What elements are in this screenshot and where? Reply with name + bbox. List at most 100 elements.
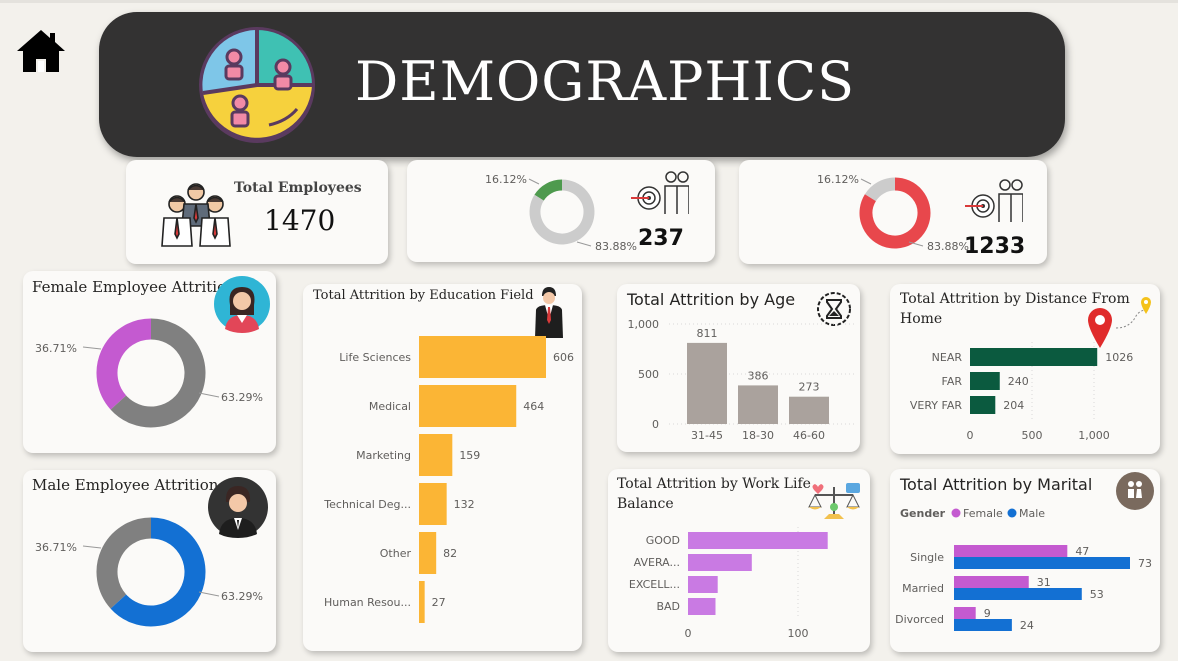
attrition-yes-value: 237 — [638, 226, 684, 251]
male-attrition-title: Male Employee Attrition — [32, 476, 219, 494]
age-y-tick: 0 — [652, 418, 659, 431]
worklife-bar — [688, 576, 718, 593]
education-bar — [419, 581, 425, 623]
marital-legend-male: Male — [1019, 507, 1045, 520]
marital-legend-title: Gender — [900, 507, 946, 520]
marital-value-male: 53 — [1090, 588, 1104, 601]
distance-value-label: 204 — [1003, 399, 1024, 412]
marital-legend-female-marker — [951, 508, 961, 518]
female-attrition-donut-slice-a — [96, 318, 152, 410]
age-chart: 1,000 500 0 811 31-45 386 18-30 273 46-60 — [628, 318, 855, 442]
worklife-bar — [688, 554, 752, 571]
distance-x-tick: 1,000 — [1078, 429, 1110, 442]
education-value-label: 606 — [553, 351, 574, 364]
marital-value-male: 73 — [1138, 557, 1152, 570]
marital-category-label: Divorced — [895, 613, 944, 626]
age-category-label: 18-30 — [742, 429, 774, 442]
attrition-no-donut: 16.12% 83.88% — [817, 173, 969, 253]
marital-bar-female — [954, 607, 976, 619]
marital-title: Total Attrition by Marital — [900, 475, 1093, 494]
age-bar — [789, 396, 829, 424]
education-bar — [419, 532, 437, 574]
attrition-no-leader-small — [860, 178, 872, 185]
female-attrition-donut: 36.71% 63.29% — [35, 318, 263, 428]
education-chart: Life Sciences 606 Medical 464 Marketing 159 Te… — [323, 336, 574, 623]
marital-legend-male-marker — [1007, 508, 1017, 518]
age-bar — [687, 342, 727, 424]
marital-bar-female — [954, 576, 1029, 588]
home-icon[interactable] — [14, 28, 68, 74]
distance-category-label: NEAR — [932, 351, 963, 364]
education-category-label: Other — [380, 547, 412, 560]
female-attrition-title: Female Employee Attrition — [32, 278, 236, 296]
female-attrition-card: Female Employee Attrition 36.71% 63.29% — [23, 271, 276, 453]
worklife-category-label: EXCELL... — [629, 578, 680, 591]
target-team-icon — [965, 179, 1023, 222]
education-category-label: Technical Deg... — [323, 498, 411, 511]
total-employees-value: 1470 — [264, 204, 336, 237]
attrition-no-card: 16.12% 83.88% 1233 — [739, 160, 1047, 264]
education-bar — [419, 434, 453, 476]
worklife-x-tick: 0 — [685, 627, 692, 640]
age-category-label: 31-45 — [691, 429, 723, 442]
worklife-bar — [688, 532, 828, 549]
distance-x-tick: 0 — [967, 429, 974, 442]
age-y-tick: 500 — [638, 368, 659, 381]
education-bar — [419, 336, 546, 378]
people-pie-icon — [199, 27, 315, 143]
education-value-label: 27 — [432, 596, 446, 609]
education-category-label: Human Resou... — [324, 596, 411, 609]
attrition-yes-pct-small: 16.12% — [485, 173, 527, 186]
attrition-no-pct-large: 83.88% — [927, 240, 969, 253]
female-attrition-leader-a — [82, 346, 102, 350]
attrition-no-value: 1233 — [964, 234, 1026, 259]
attrition-no-pct-small: 16.12% — [817, 173, 859, 186]
marital-category-label: Married — [902, 582, 944, 595]
total-employees-label: Total Employees — [234, 180, 362, 196]
male-attrition-card: Male Employee Attrition 36.71% 63.29% — [23, 470, 276, 652]
attrition-yes-donut-slice-a — [534, 179, 563, 201]
distance-value-label: 240 — [1008, 375, 1029, 388]
distance-bar — [970, 348, 1098, 366]
education-value-label: 82 — [443, 547, 457, 560]
marital-value-female: 9 — [984, 607, 991, 620]
balance-scale-icon — [808, 483, 860, 519]
male-attrition-pct-b: 63.29% — [221, 590, 263, 603]
male-attrition-leader-b — [198, 591, 220, 597]
attrition-yes-donut: 16.12% 83.88% — [485, 173, 637, 253]
education-value-label: 464 — [523, 400, 544, 413]
marital-value-male: 24 — [1020, 619, 1034, 632]
worklife-category-label: BAD — [656, 600, 680, 613]
age-card: Total Attrition by Age 1,000 500 0 811 31-45… — [617, 284, 860, 452]
marital-bar-male — [954, 588, 1082, 600]
target-team-icon — [631, 171, 689, 214]
education-value-label: 159 — [459, 449, 480, 462]
marital-bar-female — [954, 545, 1068, 557]
male-attrition-donut-slice-a — [96, 517, 152, 609]
marital-value-female: 31 — [1037, 576, 1051, 589]
worklife-card: Total Attrition by Work Life Balance 0 10… — [608, 469, 870, 652]
worklife-bar — [688, 598, 716, 615]
marital-value-female: 47 — [1075, 545, 1089, 558]
marital-card: Total Attrition by Marital Gender Female M… — [890, 469, 1160, 652]
education-category-label: Medical — [369, 400, 411, 413]
worklife-category-label: GOOD — [646, 534, 680, 547]
education-value-label: 132 — [454, 498, 475, 511]
female-attrition-pct-a: 36.71% — [35, 342, 77, 355]
age-y-tick: 1,000 — [628, 318, 660, 331]
education-title: Total Attrition by Education Field — [313, 288, 534, 303]
header-banner: DEMOGRAPHICS — [99, 12, 1065, 157]
education-category-label: Marketing — [356, 449, 411, 462]
marital-category-label: Single — [910, 551, 944, 564]
female-attrition-leader-b — [198, 392, 220, 398]
male-attrition-donut: 36.71% 63.29% — [35, 517, 263, 627]
distance-bar — [970, 396, 996, 414]
worklife-category-label: AVERA... — [634, 556, 680, 569]
marital-chart: Gender Female Male Single 47 73 Married 31 53 Div… — [895, 507, 1152, 632]
age-bar — [738, 385, 778, 424]
education-category-label: Life Sciences — [339, 351, 411, 364]
distance-card: Total Attrition by Distance From Home 05… — [890, 284, 1160, 454]
employees-group-icon — [161, 183, 231, 247]
attrition-no-donut-slice-a — [864, 177, 896, 202]
male-attrition-leader-a — [82, 545, 102, 549]
